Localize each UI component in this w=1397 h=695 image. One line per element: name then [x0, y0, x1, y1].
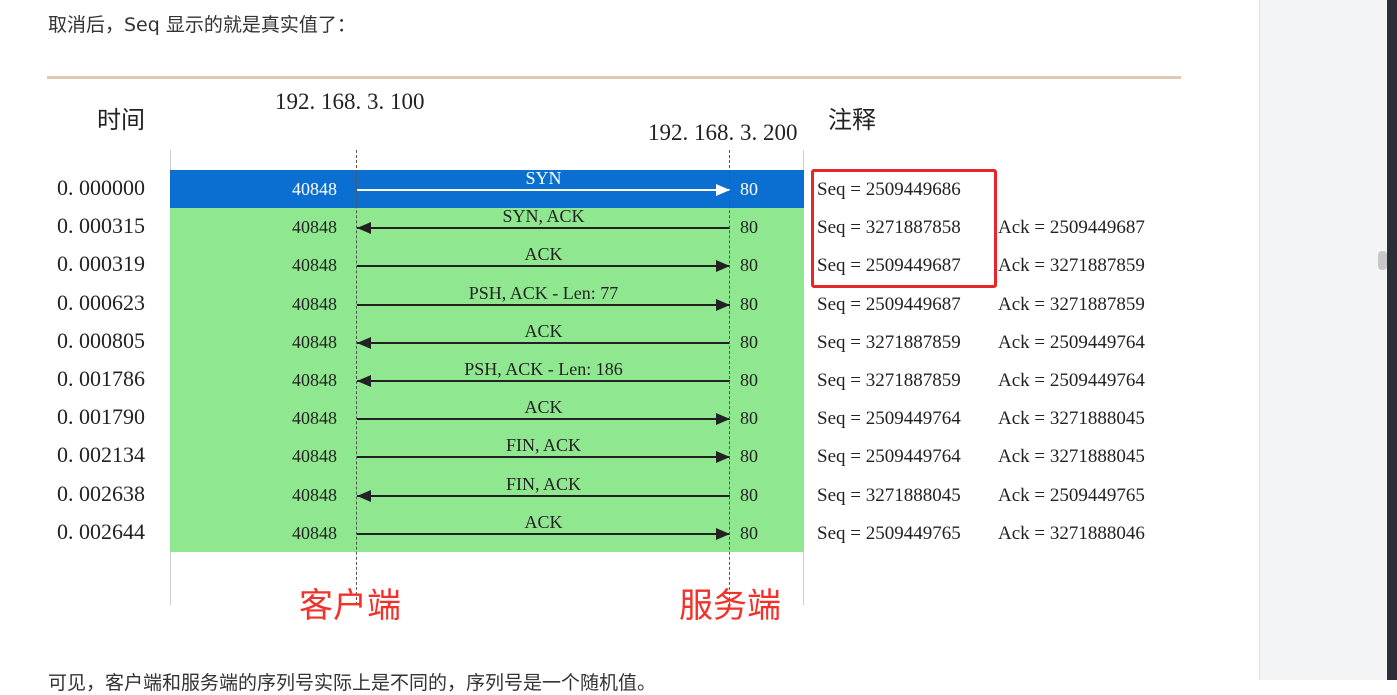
packet-flags: ACK [524, 244, 563, 265]
packet-flags: ACK [524, 511, 563, 532]
packet-flags: SYN, ACK [502, 206, 585, 227]
packet-time: 0. 000805 [57, 327, 145, 353]
arrowhead-icon [716, 413, 730, 426]
ack-note: Ack = 3271887859 [998, 255, 1145, 277]
ack-note: Ack = 3271888046 [998, 522, 1145, 544]
seq-note: Seq = 2509449764 [817, 408, 961, 430]
ack-note: Ack = 2509449687 [998, 217, 1145, 239]
ack-note: Ack = 2509449764 [998, 331, 1145, 353]
arrowhead-icon [716, 298, 730, 311]
client-port: 40848 [292, 331, 337, 352]
client-port: 40848 [292, 179, 337, 199]
seq-note: Seq = 3271888045 [817, 484, 961, 506]
server-ip: 192. 168. 3. 200 [648, 120, 798, 145]
arrow-right [357, 298, 730, 311]
ack-note: Ack = 3271888045 [998, 408, 1145, 430]
server-port: 80 [740, 522, 758, 543]
server-lifeline [729, 150, 730, 605]
window-edge [1387, 0, 1397, 680]
arrow-left [357, 375, 730, 387]
packet-flags: PSH, ACK - Len: 186 [464, 359, 623, 379]
ack-note: Ack = 2509449765 [998, 484, 1145, 506]
server-port: 80 [740, 408, 758, 429]
arrowhead-icon [357, 375, 371, 387]
ack-note: Ack = 3271888045 [998, 446, 1145, 468]
packet-flags: SYN [525, 168, 562, 188]
packet-time: 0. 000319 [57, 251, 145, 277]
arrow-right [357, 527, 730, 540]
seq-note: Seq = 3271887859 [817, 370, 961, 391]
seq-note: Seq = 3271887859 [817, 331, 961, 353]
arrowhead-icon [357, 222, 371, 235]
client-port: 40848 [292, 293, 337, 314]
server-port: 80 [740, 293, 758, 314]
server-port: 80 [740, 370, 758, 390]
server-port: 80 [740, 179, 758, 199]
packet-flags: ACK [524, 320, 563, 341]
arrow-left [357, 222, 730, 235]
arrow-left [357, 336, 730, 349]
outro-paragraph: 可见，客户端和服务端的序列号实际上是不同的，序列号是一个随机值。 [48, 672, 657, 694]
client-port: 40848 [292, 408, 337, 429]
packet-time: 0. 000315 [57, 213, 145, 239]
client-lifeline [356, 150, 357, 605]
seq-note: Seq = 2509449764 [817, 446, 961, 468]
scrollbar-thumb[interactable] [1378, 251, 1387, 270]
client-port: 40848 [292, 370, 337, 390]
server-label: 服务端 [679, 586, 781, 626]
seq-highlight-box [811, 169, 997, 288]
client-label: 客户端 [299, 586, 401, 626]
intro-paragraph: 取消后，Seq 显示的就是真实值了： [48, 14, 356, 36]
client-port: 40848 [292, 522, 337, 543]
packet-time: 0. 000623 [57, 289, 145, 315]
packet-flags: FIN, ACK [505, 435, 581, 456]
server-port: 80 [740, 217, 758, 238]
time-header: 时间 [97, 108, 145, 134]
arrowhead-icon [716, 451, 730, 464]
server-port: 80 [740, 255, 758, 276]
client-port: 40848 [292, 255, 337, 276]
client-port: 40848 [292, 484, 337, 505]
packet-time: 0. 001786 [57, 366, 145, 391]
seq-note: Seq = 2509449687 [817, 293, 961, 315]
packet-flags: ACK [524, 397, 563, 418]
ack-note: Ack = 2509449764 [998, 370, 1145, 391]
client-port: 40848 [292, 446, 337, 467]
arrowhead-icon [716, 260, 730, 273]
note-header: 注释 [828, 108, 876, 134]
server-port: 80 [740, 331, 758, 352]
arrowhead-icon [357, 489, 371, 502]
arrow-right [357, 451, 730, 464]
arrow-left [357, 489, 730, 502]
divider [47, 76, 1181, 79]
server-port: 80 [740, 446, 758, 467]
client-ip: 192. 168. 3. 100 [275, 89, 425, 114]
arrowhead-icon [716, 184, 730, 196]
packet-time: 0. 000000 [57, 175, 145, 200]
arrowhead-icon [357, 336, 371, 349]
packet-time: 0. 001790 [57, 404, 145, 430]
packet-flags: PSH, ACK - Len: 77 [468, 282, 619, 303]
arrow-right [357, 184, 730, 196]
packet-time: 0. 002638 [57, 480, 145, 506]
client-port: 40848 [292, 217, 337, 238]
packet-time: 0. 002644 [57, 518, 145, 544]
server-port: 80 [740, 484, 758, 505]
seq-note: Seq = 2509449765 [817, 522, 961, 544]
ack-note: Ack = 3271887859 [998, 293, 1145, 315]
arrowhead-icon [716, 527, 730, 540]
packet-flags: FIN, ACK [505, 473, 581, 494]
right-sidebar [1259, 0, 1388, 680]
arrow-right [357, 260, 730, 273]
arrow-right [357, 413, 730, 426]
packet-time: 0. 002134 [57, 442, 145, 468]
